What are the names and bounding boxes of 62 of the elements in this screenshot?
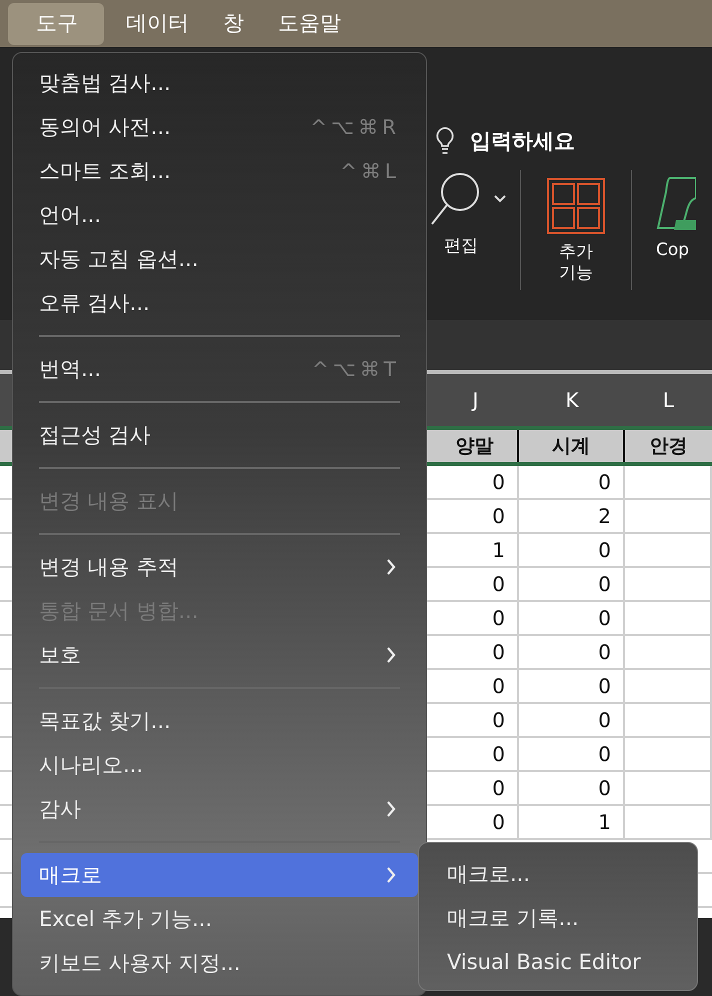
table-cell: 0 (519, 534, 625, 568)
column-header[interactable]: J (432, 374, 519, 426)
copilot-icon (656, 174, 696, 232)
column-header[interactable]: L (625, 374, 712, 426)
table-cell: 0 (519, 704, 625, 738)
table-cell: 0 (432, 466, 519, 500)
table-cell: 시계 (519, 430, 625, 462)
grid-icon (547, 178, 605, 234)
table-cell-text: 안경 (648, 434, 688, 459)
magnifier-icon (430, 170, 482, 226)
column-header[interactable]: K (519, 374, 625, 426)
table-cell: 0 (432, 772, 519, 806)
table-cell: 2 (519, 500, 625, 534)
menu-bar-item[interactable]: 도움말 (266, 2, 353, 44)
table-cell: 0 (432, 500, 519, 534)
lightbulb-icon (434, 126, 456, 156)
group-label[interactable]: 추가 기능 (556, 242, 596, 284)
menu-item[interactable]: 목표값 찾기... (21, 699, 418, 743)
table-cell: 0 (432, 738, 519, 772)
shortcut-text: ^⌥⌘T (312, 357, 400, 381)
menu-item[interactable]: 스마트 조회... ^⌘L (21, 149, 418, 193)
table-cell: 0 (519, 772, 625, 806)
table-cell: 0 (519, 670, 625, 704)
table-cell: 0 (432, 704, 519, 738)
group-label[interactable]: Cop (656, 240, 690, 260)
menu-item[interactable]: Visual Basic Editor (419, 940, 697, 984)
menu-item[interactable]: 접근성 검사 (21, 413, 418, 457)
search-hint[interactable]: 입력하세요 (470, 127, 575, 155)
menu-item[interactable]: 맞춤법 검사... (21, 61, 418, 105)
table-cell: 1 (519, 806, 625, 840)
table-cell: 0 (519, 568, 625, 602)
menu-item[interactable]: 키보드 사용자 지정... (21, 941, 418, 985)
menu-item[interactable]: 보호 (21, 633, 418, 677)
menu-item[interactable]: 오류 검사... (21, 281, 418, 325)
menu-bar-item[interactable]: 창 (211, 2, 256, 44)
menu-item[interactable]: 매크로... (419, 852, 697, 896)
menu-item[interactable]: 자동 고침 옵션... (21, 237, 418, 281)
table-cell: 0 (519, 602, 625, 636)
table-cell: 0 (432, 636, 519, 670)
menu-item[interactable]: 동의어 사전... ^⌥⌘R (21, 105, 418, 149)
menu-bar-item[interactable]: 데이터 (114, 2, 201, 44)
table-cell: 0 (519, 738, 625, 772)
shortcut-text: ^⌘L (340, 159, 400, 183)
chevron-down-icon (494, 195, 506, 203)
menu-item[interactable]: Excel 추가 기능... (21, 897, 418, 941)
table-cell: 0 (519, 466, 625, 500)
table-cell: 1 (432, 534, 519, 568)
table-cell: 0 (519, 636, 625, 670)
menu-item[interactable]: 언어... (21, 193, 418, 237)
menu-item[interactable]: 변경 내용 추적 (21, 545, 418, 589)
group-label[interactable]: 편집 (444, 234, 478, 257)
menu-item[interactable]: 매크로 (21, 853, 418, 897)
table-cell: 0 (432, 602, 519, 636)
shortcut-text: ^⌥⌘R (310, 115, 400, 139)
table-cell: 0 (432, 568, 519, 602)
menu-item[interactable]: 번역... ^⌥⌘T (21, 347, 418, 391)
table-cell: 0 (432, 806, 519, 840)
menu-item[interactable]: 매크로 기록... (419, 896, 697, 940)
menu-item[interactable]: 시나리오... (21, 743, 418, 787)
table-cell: 0 (432, 670, 519, 704)
menu-item[interactable]: 감사 (21, 787, 418, 831)
table-cell: 양말 (432, 430, 519, 462)
